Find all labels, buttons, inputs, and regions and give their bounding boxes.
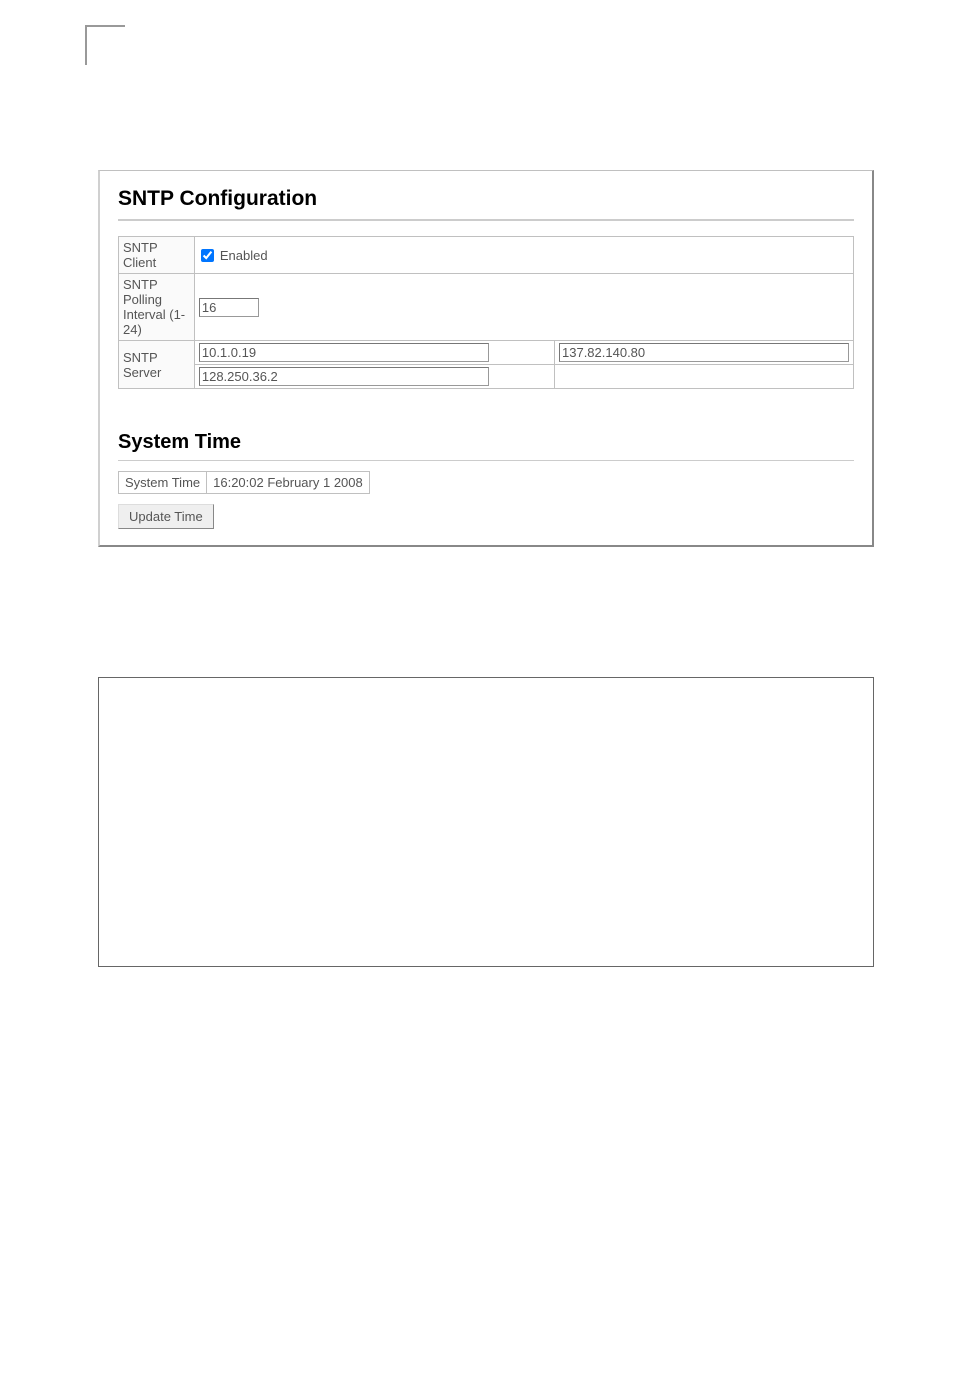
sntp-polling-row: SNTP Polling Interval (1-24) bbox=[119, 274, 854, 341]
page-corner-bracket bbox=[85, 25, 125, 65]
sntp-server-row-2 bbox=[119, 365, 854, 389]
sntp-config-panel: SNTP Configuration SNTP Client Enabled S… bbox=[98, 170, 874, 547]
system-time-row: System Time 16:20:02 February 1 2008 bbox=[119, 472, 370, 494]
sntp-client-enabled-label: Enabled bbox=[220, 248, 268, 263]
sntp-server-row-1: SNTP Server bbox=[119, 341, 854, 365]
system-time-table: System Time 16:20:02 February 1 2008 bbox=[118, 471, 370, 494]
sntp-config-heading: SNTP Configuration bbox=[118, 187, 854, 211]
sntp-polling-cell bbox=[194, 274, 853, 341]
sntp-client-label: SNTP Client bbox=[119, 237, 195, 274]
sntp-server4-cell bbox=[555, 365, 854, 389]
sntp-server3-cell bbox=[194, 365, 554, 389]
sntp-server3-input[interactable] bbox=[199, 367, 489, 386]
sntp-server2-input[interactable] bbox=[559, 343, 849, 362]
sntp-client-enabled-checkbox[interactable] bbox=[201, 249, 214, 262]
sntp-client-cell: Enabled bbox=[194, 237, 853, 274]
sntp-server2-cell bbox=[555, 341, 854, 365]
sntp-server-label: SNTP Server bbox=[119, 341, 195, 389]
system-time-divider bbox=[118, 460, 854, 461]
sntp-server1-cell bbox=[194, 341, 554, 365]
sntp-polling-label: SNTP Polling Interval (1-24) bbox=[119, 274, 195, 341]
system-time-value: 16:20:02 February 1 2008 bbox=[207, 472, 370, 494]
sntp-client-row: SNTP Client Enabled bbox=[119, 237, 854, 274]
sntp-config-table: SNTP Client Enabled SNTP Polling Interva… bbox=[118, 236, 854, 389]
sntp-polling-input[interactable] bbox=[199, 298, 259, 317]
system-time-label: System Time bbox=[119, 472, 207, 494]
sntp-heading-divider bbox=[118, 219, 854, 221]
section-spacer bbox=[118, 389, 854, 431]
empty-content-box bbox=[98, 677, 874, 967]
system-time-heading: System Time bbox=[118, 431, 854, 454]
sntp-server1-input[interactable] bbox=[199, 343, 489, 362]
update-time-button[interactable]: Update Time bbox=[118, 504, 214, 529]
